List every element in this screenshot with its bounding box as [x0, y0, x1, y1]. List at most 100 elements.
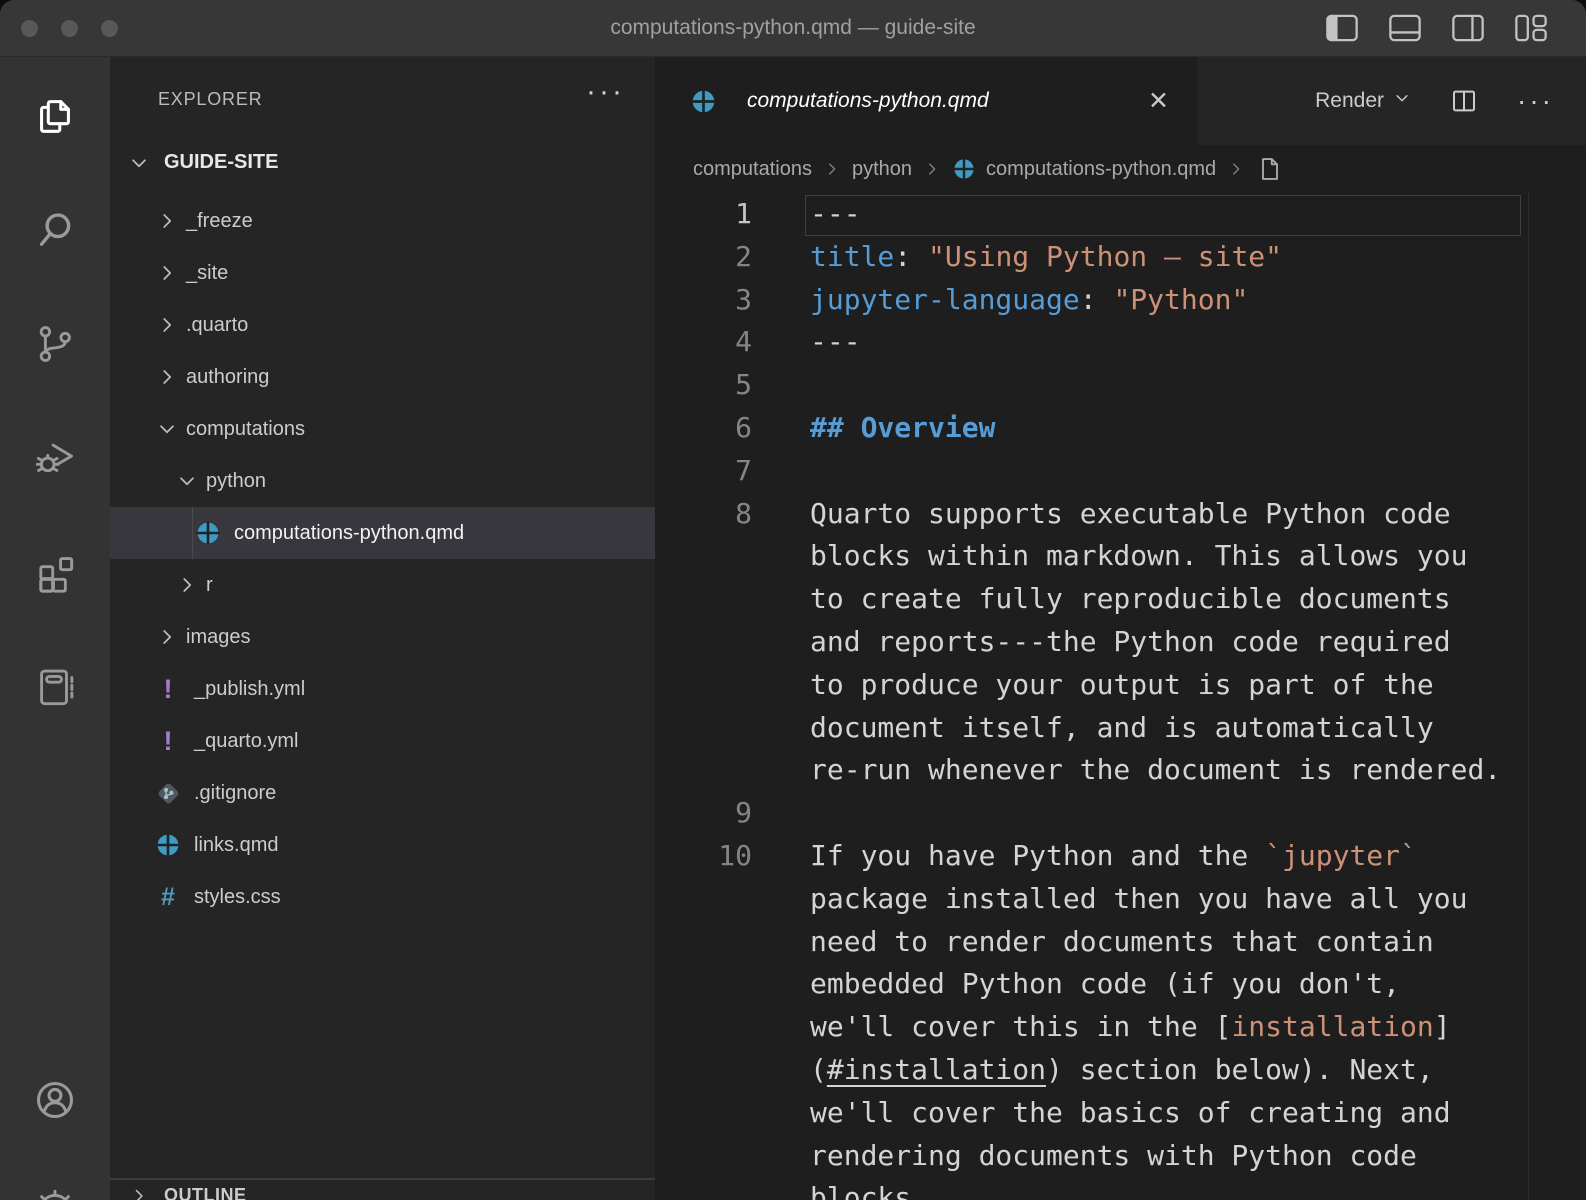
- file-label: python: [206, 470, 266, 493]
- code-token: blocks within markdown. This allows you: [810, 539, 1467, 572]
- close-window-button[interactable]: [21, 20, 38, 37]
- chevron-right-icon: [823, 160, 841, 178]
- extensions-icon: [32, 549, 78, 595]
- code-line[interactable]: 5: [655, 364, 1586, 407]
- code-token: ---: [810, 197, 861, 230]
- chevron-down-icon[interactable]: [154, 418, 180, 440]
- activity-bar-item-settings[interactable]: [0, 1187, 110, 1200]
- close-tab-button[interactable]: ✕: [1148, 89, 1169, 114]
- tree-item--quarto-yml[interactable]: ! _quarto.yml: [110, 715, 655, 767]
- file-label: .quarto: [186, 314, 248, 337]
- customize-layout-icon[interactable]: [1514, 14, 1548, 42]
- code-editor[interactable]: 1 --- 2title: "Using Python — site"3jupyte…: [655, 193, 1586, 1200]
- code-line[interactable]: we'll cover the basics of creating and: [655, 1092, 1586, 1135]
- file-label: _publish.yml: [194, 678, 305, 701]
- editor-more-actions-button[interactable]: ···: [1517, 87, 1554, 115]
- code-line[interactable]: embedded Python code (if you don't,: [655, 963, 1586, 1006]
- chevron-right-icon[interactable]: [154, 262, 180, 284]
- code-line[interactable]: re-run whenever the document is rendered…: [655, 749, 1586, 792]
- chevron-right-icon[interactable]: [174, 574, 200, 596]
- sidebar-more-actions-button[interactable]: ···: [586, 75, 625, 109]
- chevron-right-icon[interactable]: [154, 366, 180, 388]
- code-line[interactable]: rendering documents with Python code: [655, 1135, 1586, 1178]
- code-line[interactable]: (#installation) section below). Next,: [655, 1049, 1586, 1092]
- line-number: 1: [655, 193, 752, 236]
- activity-bar-item-account[interactable]: [0, 1077, 110, 1123]
- file-label: _quarto.yml: [194, 730, 299, 753]
- code-line[interactable]: document itself, and is automatically: [655, 707, 1586, 750]
- tree-item-computations-python-qmd[interactable]: computations-python.qmd: [110, 507, 655, 559]
- file-label: computations: [186, 418, 305, 441]
- file-tree: _freeze_site .quarto authoring computations…: [110, 195, 655, 923]
- code-line[interactable]: blocks.: [655, 1177, 1586, 1200]
- tree-item--quarto[interactable]: .quarto: [110, 299, 655, 351]
- tree-item-links-qmd[interactable]: links.qmd: [110, 819, 655, 871]
- gear-icon: [32, 1187, 78, 1200]
- code-line[interactable]: package installed then you have all you: [655, 878, 1586, 921]
- code-line[interactable]: to create fully reproducible documents: [655, 578, 1586, 621]
- tree-item-styles-css[interactable]: #styles.css: [110, 871, 655, 923]
- chevron-down-icon: [1393, 89, 1411, 113]
- code-line[interactable]: 4---: [655, 321, 1586, 364]
- activity-bar-item-source-control[interactable]: [0, 287, 110, 401]
- chevron-right-icon[interactable]: [154, 626, 180, 648]
- tree-item-r[interactable]: r: [110, 559, 655, 611]
- code-token: "Using Python — site": [928, 240, 1282, 273]
- toggle-panel-icon[interactable]: [1388, 14, 1422, 42]
- code-line[interactable]: 8Quarto supports executable Python code: [655, 493, 1586, 536]
- breadcrumb-item[interactable]: computations-python.qmd: [952, 157, 1216, 181]
- code-line[interactable]: 3jupyter-language: "Python": [655, 279, 1586, 322]
- code-line[interactable]: 1 ---: [655, 193, 1586, 236]
- tab-computations-python[interactable]: computations-python.qmd ✕: [655, 57, 1197, 145]
- activity-bar-item-notebook[interactable]: [0, 629, 110, 743]
- activity-bar: [0, 57, 110, 1200]
- toggle-primary-sidebar-icon[interactable]: [1325, 14, 1359, 42]
- yaml-icon: !: [154, 675, 182, 703]
- chevron-right-icon[interactable]: [154, 210, 180, 232]
- split-editor-button[interactable]: [1449, 86, 1479, 116]
- activity-bar-item-explorer[interactable]: [0, 59, 110, 173]
- activity-bar-item-run-debug[interactable]: [0, 401, 110, 515]
- titlebar: computations-python.qmd — guide-site: [0, 0, 1586, 57]
- chevron-right-icon[interactable]: [154, 314, 180, 336]
- chevron-down-icon[interactable]: [174, 470, 200, 492]
- code-line[interactable]: need to render documents that contain: [655, 921, 1586, 964]
- code-token: If you have Python and the: [810, 839, 1265, 872]
- tree-item--site[interactable]: _site: [110, 247, 655, 299]
- explorer-sidebar: EXPLORER ··· GUIDE-SITE _freeze_site .qua…: [110, 57, 655, 1200]
- workbench: EXPLORER ··· GUIDE-SITE _freeze_site .qua…: [0, 57, 1586, 1200]
- code-line[interactable]: and reports---the Python code required: [655, 621, 1586, 664]
- yaml-icon: !: [154, 727, 182, 755]
- code-line[interactable]: 6## Overview: [655, 407, 1586, 450]
- code-line[interactable]: to produce your output is part of the: [655, 664, 1586, 707]
- code-line[interactable]: 10If you have Python and the `jupyter`: [655, 835, 1586, 878]
- tree-item-authoring[interactable]: authoring: [110, 351, 655, 403]
- code-token: ) section below). Next,: [1046, 1053, 1434, 1086]
- toggle-secondary-sidebar-icon[interactable]: [1451, 14, 1485, 42]
- section-header-outline[interactable]: OUTLINE: [126, 1185, 247, 1200]
- code-line[interactable]: we'll cover this in the [installation]: [655, 1006, 1586, 1049]
- tree-item-python[interactable]: python: [110, 455, 655, 507]
- tree-item--freeze[interactable]: _freeze: [110, 195, 655, 247]
- code-token: re-run whenever the document is rendered…: [810, 753, 1501, 786]
- breadcrumb-item[interactable]: python: [852, 158, 912, 181]
- tree-item--publish-yml[interactable]: ! _publish.yml: [110, 663, 655, 715]
- sidebar-title: EXPLORER: [158, 89, 262, 110]
- minimize-window-button[interactable]: [61, 20, 78, 37]
- render-button[interactable]: Render: [1315, 89, 1411, 113]
- activity-bar-item-search[interactable]: [0, 173, 110, 287]
- zoom-window-button[interactable]: [101, 20, 118, 37]
- code-line[interactable]: 9: [655, 792, 1586, 835]
- code-token: ---: [810, 325, 861, 358]
- code-line[interactable]: blocks within markdown. This allows you: [655, 535, 1586, 578]
- tree-item--gitignore[interactable]: .gitignore: [110, 767, 655, 819]
- quarto-icon: [689, 87, 717, 115]
- tree-item-images[interactable]: images: [110, 611, 655, 663]
- section-header-guide-site[interactable]: GUIDE-SITE: [126, 151, 278, 174]
- code-line[interactable]: 2title: "Using Python — site": [655, 236, 1586, 279]
- breadcrumb-item[interactable]: computations: [693, 158, 812, 181]
- code-line[interactable]: 7: [655, 450, 1586, 493]
- code-token: rendering documents with Python code: [810, 1139, 1417, 1172]
- tree-item-computations[interactable]: computations: [110, 403, 655, 455]
- activity-bar-item-extensions[interactable]: [0, 515, 110, 629]
